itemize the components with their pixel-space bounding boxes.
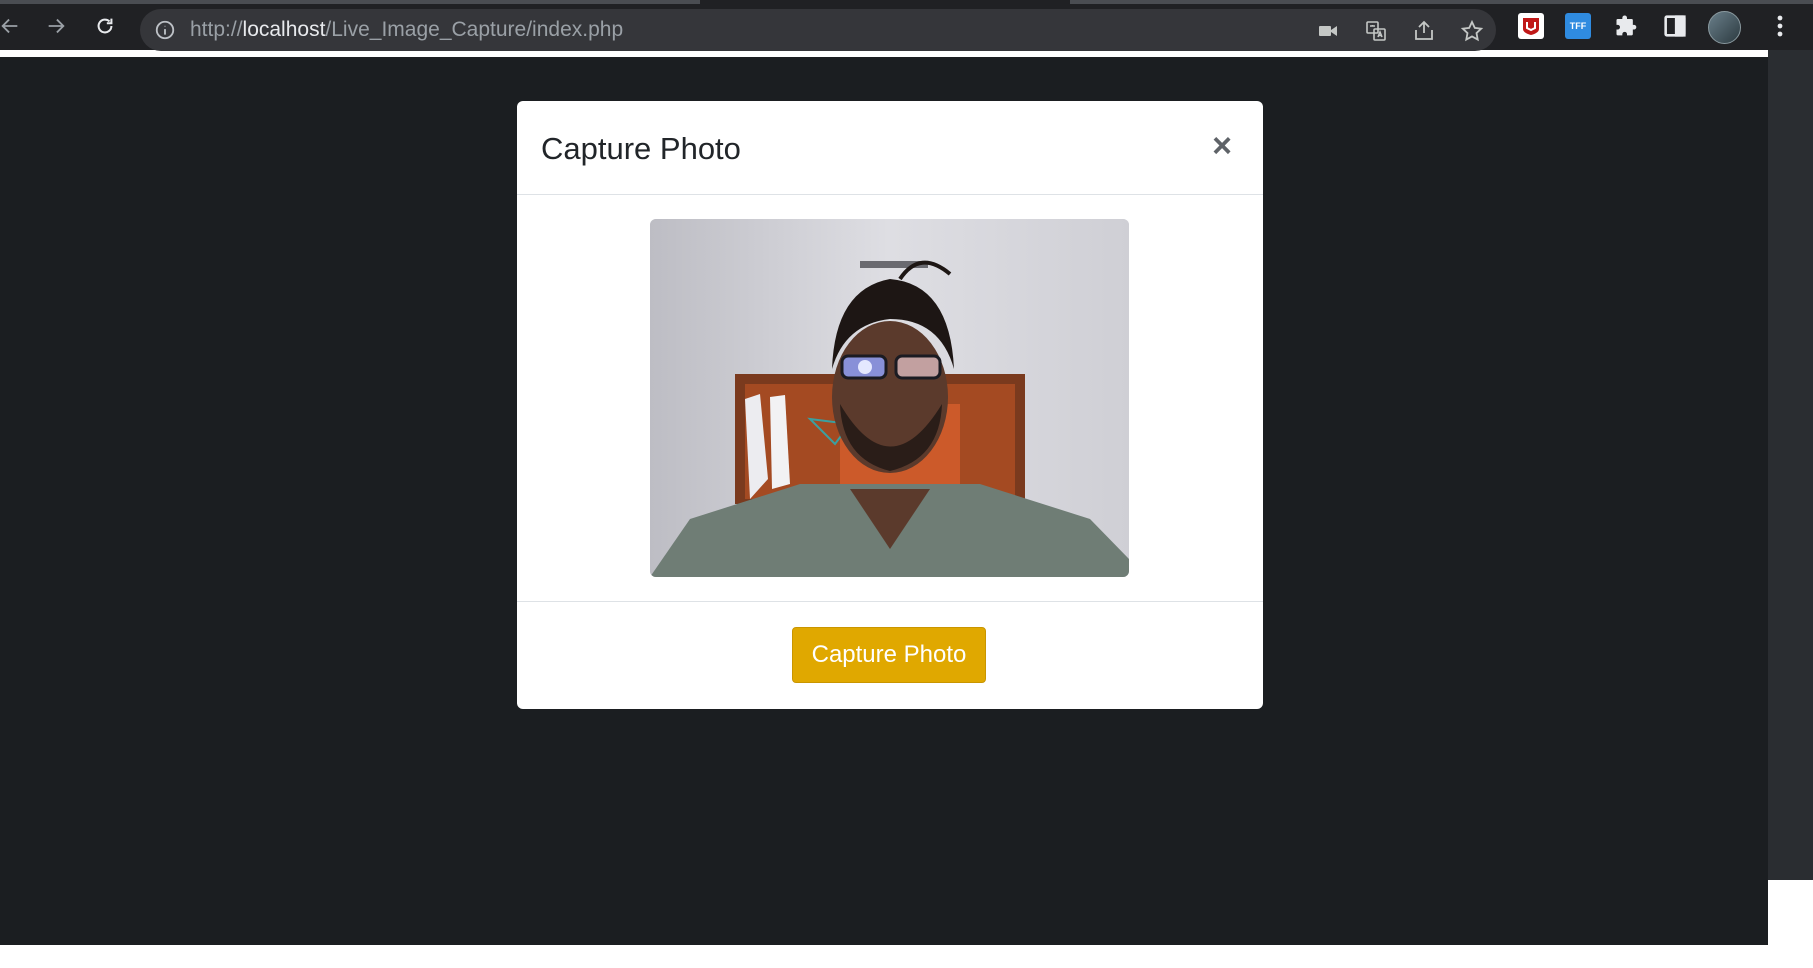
url-scheme: http:// <box>190 18 243 41</box>
tab-strip <box>1070 0 1813 4</box>
modal-footer: Capture Photo <box>517 601 1263 710</box>
mcafee-extension-icon[interactable] <box>1518 13 1544 39</box>
share-icon[interactable] <box>1412 19 1436 43</box>
side-panel-icon[interactable] <box>1661 12 1689 40</box>
reload-icon[interactable] <box>87 8 123 44</box>
tab-strip <box>0 0 700 4</box>
camera-feed-image <box>650 219 1129 577</box>
more-menu-icon[interactable] <box>1770 12 1790 40</box>
url-host: localhost <box>242 18 326 41</box>
back-icon[interactable] <box>0 8 28 44</box>
modal-title: Capture Photo <box>541 131 741 166</box>
browser-toolbar: http://localhost/Live_Image_Capture/inde… <box>0 0 1813 51</box>
forward-icon[interactable] <box>38 8 74 44</box>
profile-avatar[interactable] <box>1708 11 1741 44</box>
translate-icon[interactable] <box>1364 19 1388 43</box>
scroll-strip <box>1768 50 1813 880</box>
capture-photo-button[interactable]: Capture Photo <box>792 627 986 683</box>
extensions-puzzle-icon[interactable] <box>1613 12 1641 40</box>
tff-extension-icon[interactable]: TFF <box>1565 13 1591 39</box>
address-bar[interactable]: http://localhost/Live_Image_Capture/inde… <box>140 9 1496 51</box>
modal-header: Capture Photo × <box>517 101 1263 195</box>
info-icon[interactable] <box>154 19 176 41</box>
url-text[interactable]: http://localhost/Live_Image_Capture/inde… <box>190 18 623 42</box>
camera-icon[interactable] <box>1316 19 1340 43</box>
capture-photo-modal: Capture Photo × Capture Photo <box>517 101 1263 709</box>
star-icon[interactable] <box>1460 19 1484 43</box>
close-button[interactable]: × <box>1207 129 1237 163</box>
camera-preview <box>650 219 1129 577</box>
url-path: /Live_Image_Capture/index.php <box>325 18 624 41</box>
